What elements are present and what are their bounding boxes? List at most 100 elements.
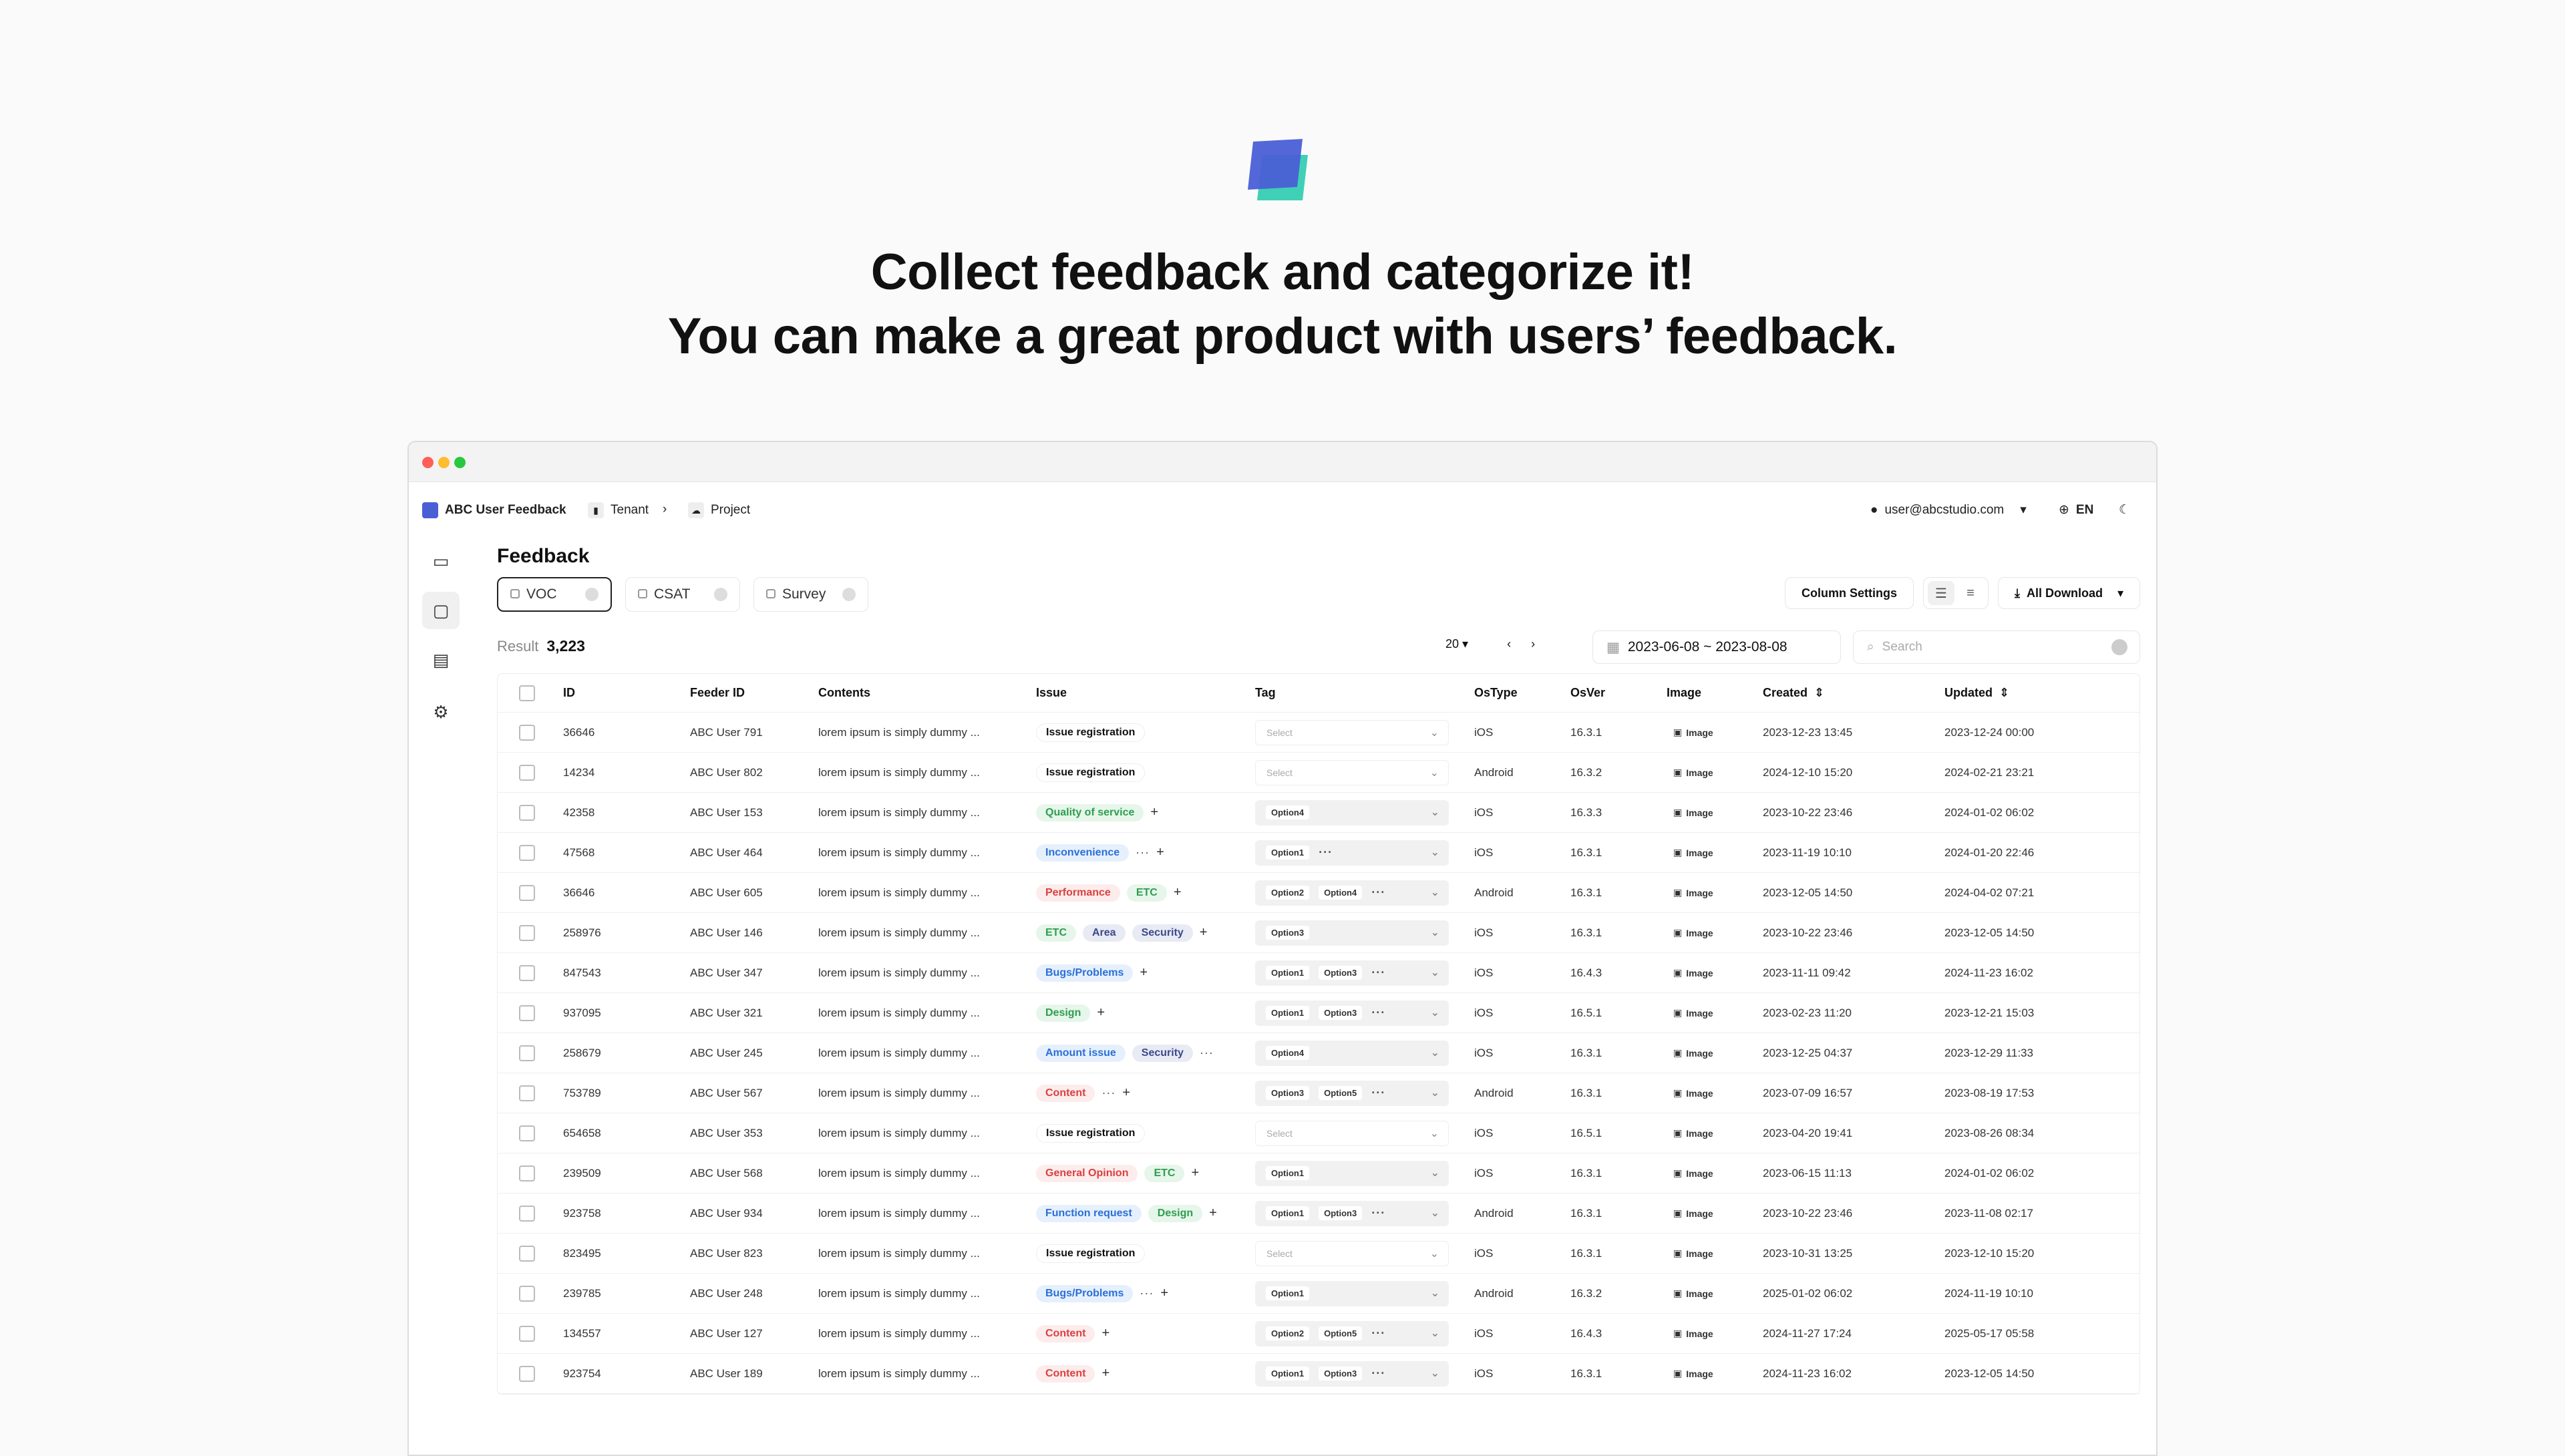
row-checkbox[interactable]	[519, 724, 535, 741]
image-button[interactable]: ▣ Image	[1667, 1005, 1720, 1021]
add-issue-icon[interactable]: +	[1101, 1366, 1109, 1381]
table-row[interactable]: 36646 ABC User 605 lorem ipsum is simply d…	[498, 873, 2140, 913]
issue-badge[interactable]: ETC	[1126, 884, 1167, 902]
issue-badge[interactable]: Quality of service	[1036, 803, 1144, 822]
issue-badge[interactable]: Security	[1132, 1044, 1193, 1062]
issue-badge[interactable]: Amount issue	[1036, 1044, 1126, 1062]
next-page-icon[interactable]: ›	[1531, 637, 1535, 651]
table-row[interactable]: 258679 ABC User 245 lorem ipsum is simply …	[498, 1033, 2140, 1073]
user-menu[interactable]: ● user@abcstudio.com ▾	[1870, 502, 2027, 518]
add-issue-icon[interactable]: +	[1140, 965, 1148, 980]
issue-badge[interactable]: Content	[1036, 1084, 1095, 1102]
row-checkbox[interactable]	[519, 924, 535, 941]
add-issue-icon[interactable]: +	[1174, 885, 1182, 900]
app-brand[interactable]: ABC User Feedback	[422, 502, 566, 518]
issue-badge[interactable]: Issue registration	[1036, 763, 1146, 782]
table-row[interactable]: 847543 ABC User 347 lorem ipsum is simply …	[498, 953, 2140, 993]
list-view-icon[interactable]: ☰	[1927, 581, 1954, 605]
tag-select[interactable]: Select ⌄	[1255, 1240, 1449, 1266]
page-size-select[interactable]: 20 ▾	[1445, 637, 1468, 651]
column-header[interactable]: ID	[558, 674, 685, 712]
issue-badge[interactable]: Issue registration	[1036, 723, 1146, 742]
row-checkbox[interactable]	[519, 1005, 535, 1021]
tag-select[interactable]: Select ⌄	[1255, 759, 1449, 785]
add-issue-icon[interactable]: +	[1156, 845, 1164, 860]
tab-survey[interactable]: Survey	[753, 577, 868, 612]
tag-select[interactable]: Option2 Option5 ··· ⌄	[1255, 1320, 1449, 1346]
image-button[interactable]: ▣ Image	[1667, 804, 1720, 821]
issue-badge[interactable]: Issue registration	[1036, 1244, 1146, 1263]
tag-select[interactable]: Option4 ⌄	[1255, 799, 1449, 826]
add-issue-icon[interactable]: +	[1209, 1206, 1217, 1221]
tag-select[interactable]: Option1 ⌄	[1255, 1280, 1449, 1306]
tag-select[interactable]: Option1 Option3 ··· ⌄	[1255, 1200, 1449, 1226]
tag-select[interactable]: Option2 Option4 ··· ⌄	[1255, 880, 1449, 906]
sidebar-item-settings[interactable]: ⚙	[422, 693, 460, 731]
all-download-button[interactable]: ⤓ All Download ▾	[1997, 577, 2140, 609]
issue-badge[interactable]: ETC	[1036, 924, 1076, 942]
clear-search-icon[interactable]	[2111, 639, 2127, 655]
issue-badge[interactable]: Bugs/Problems	[1036, 964, 1134, 982]
column-header[interactable]: Image	[1661, 674, 1757, 712]
tag-select[interactable]: Option3 Option5 ··· ⌄	[1255, 1080, 1449, 1106]
issue-badge[interactable]: Content	[1036, 1324, 1095, 1342]
minimize-window-button[interactable]	[438, 457, 450, 468]
table-row[interactable]: 753789 ABC User 567 lorem ipsum is simply …	[498, 1073, 2140, 1113]
row-checkbox[interactable]	[519, 1285, 535, 1302]
image-button[interactable]: ▣ Image	[1667, 1205, 1720, 1222]
table-row[interactable]: 937095 ABC User 321 lorem ipsum is simply …	[498, 993, 2140, 1033]
add-issue-icon[interactable]: +	[1150, 805, 1158, 820]
breadcrumb-tenant[interactable]: ▮ Tenant	[588, 502, 649, 518]
issue-badge[interactable]: Security	[1132, 924, 1193, 942]
column-header[interactable]: OsType	[1469, 674, 1565, 712]
tag-select[interactable]: Option1 Option3 ··· ⌄	[1255, 960, 1449, 986]
tag-select[interactable]: Option1 ⌄	[1255, 1160, 1449, 1186]
add-issue-icon[interactable]: +	[1160, 1286, 1168, 1301]
tag-select[interactable]: Option4 ⌄	[1255, 1040, 1449, 1066]
search-input[interactable]: ⌕ Search	[1853, 630, 2140, 664]
table-row[interactable]: 36646 ABC User 791 lorem ipsum is simply d…	[498, 713, 2140, 753]
column-header[interactable]: Tag	[1250, 674, 1469, 712]
column-header[interactable]: Issue	[1031, 674, 1250, 712]
tag-select[interactable]: Option1 ··· ⌄	[1255, 840, 1449, 866]
sort-icon[interactable]: ⇕	[1999, 686, 2009, 700]
dark-mode-toggle[interactable]: ☾	[2119, 502, 2130, 518]
issue-badge[interactable]: Bugs/Problems	[1036, 1284, 1134, 1302]
issue-badge[interactable]: Area	[1083, 924, 1126, 942]
column-header[interactable]: Created ⇕	[1757, 674, 1939, 712]
more-icon[interactable]: ···	[1101, 1086, 1116, 1100]
image-button[interactable]: ▣ Image	[1667, 764, 1720, 781]
tag-select[interactable]: Select ⌄	[1255, 1120, 1449, 1146]
tag-select[interactable]: Option3 ⌄	[1255, 920, 1449, 946]
table-row[interactable]: 14234 ABC User 802 lorem ipsum is simply d…	[498, 753, 2140, 793]
column-header[interactable]: Updated ⇕	[1939, 674, 2138, 712]
sidebar-item-issues[interactable]: ▤	[422, 641, 460, 679]
add-issue-icon[interactable]: +	[1122, 1085, 1130, 1101]
row-checkbox[interactable]	[519, 1165, 535, 1181]
language-selector[interactable]: ⊕ EN	[2059, 502, 2093, 518]
breadcrumb-project[interactable]: ☁ Project	[688, 502, 750, 518]
table-row[interactable]: 823495 ABC User 823 lorem ipsum is simply …	[498, 1234, 2140, 1274]
issue-badge[interactable]: Issue registration	[1036, 1123, 1146, 1143]
image-button[interactable]: ▣ Image	[1667, 924, 1720, 941]
image-button[interactable]: ▣ Image	[1667, 1165, 1720, 1181]
column-header[interactable]: Feeder ID	[685, 674, 813, 712]
table-row[interactable]: 47568 ABC User 464 lorem ipsum is simply d…	[498, 833, 2140, 873]
row-checkbox[interactable]	[519, 804, 535, 821]
sidebar-item-dashboard[interactable]: ▭	[422, 542, 460, 580]
table-row[interactable]: 923758 ABC User 934 lorem ipsum is simply …	[498, 1194, 2140, 1234]
image-button[interactable]: ▣ Image	[1667, 724, 1720, 741]
issue-badge[interactable]: ETC	[1144, 1164, 1185, 1182]
issue-badge[interactable]: Function request	[1036, 1204, 1142, 1222]
date-range-picker[interactable]: ▦ 2023-06-08 ~ 2023-08-08	[1592, 630, 1841, 664]
image-button[interactable]: ▣ Image	[1667, 884, 1720, 901]
column-header[interactable]: Contents	[813, 674, 1031, 712]
image-button[interactable]: ▣ Image	[1667, 844, 1720, 861]
tab-voc[interactable]: VOC	[497, 577, 612, 612]
select-all-checkbox[interactable]	[519, 685, 535, 701]
row-checkbox[interactable]	[519, 1085, 535, 1101]
row-checkbox[interactable]	[519, 764, 535, 781]
row-checkbox[interactable]	[519, 1045, 535, 1061]
row-checkbox[interactable]	[519, 1245, 535, 1262]
table-row[interactable]: 239785 ABC User 248 lorem ipsum is simply …	[498, 1274, 2140, 1314]
